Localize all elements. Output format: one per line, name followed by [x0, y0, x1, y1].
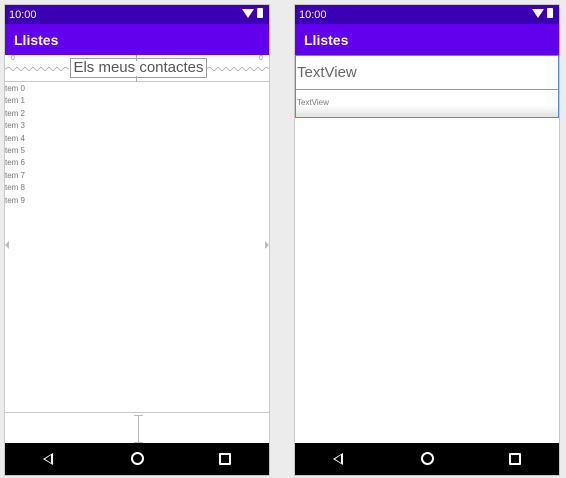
list-item[interactable]: tem 9	[5, 195, 25, 207]
app-title: Llistes	[14, 32, 59, 48]
constraint-anchor-top	[136, 55, 137, 61]
wifi-icon	[242, 8, 254, 18]
list-item[interactable]: tem 5	[5, 145, 25, 157]
list-item[interactable]: tem 0	[5, 83, 25, 95]
app-title: Llistes	[304, 32, 349, 48]
phone-preview-item: 10:00 Llistes TextView TextView	[294, 4, 560, 476]
back-icon[interactable]	[333, 453, 343, 465]
navigation-bar	[5, 443, 269, 475]
back-icon[interactable]	[43, 453, 53, 465]
card-divider	[296, 89, 558, 90]
constraint-spring-left	[5, 67, 69, 71]
textview-small[interactable]: TextView	[297, 98, 329, 107]
list-view[interactable]: tem 0 tem 1 tem 2 tem 3 tem 4 tem 5 tem …	[5, 83, 25, 207]
constraint-margin-left: 0	[11, 55, 15, 62]
list-item[interactable]: tem 1	[5, 95, 25, 107]
list-item[interactable]: tem 6	[5, 157, 25, 169]
status-bar: 10:00	[295, 5, 559, 24]
constraint-vertical-line	[138, 415, 139, 442]
status-time: 10:00	[9, 9, 37, 21]
wifi-icon	[532, 8, 544, 18]
status-time: 10:00	[299, 9, 327, 21]
status-icons	[242, 8, 263, 18]
battery-icon	[547, 8, 553, 18]
header-title[interactable]: Els meus contactes	[70, 58, 207, 78]
textview-large[interactable]: TextView	[297, 64, 357, 81]
item-layout-card[interactable]: TextView TextView	[295, 55, 559, 118]
navigation-bar	[295, 443, 559, 475]
home-icon[interactable]	[131, 452, 144, 465]
bottom-constraint-area	[5, 412, 269, 445]
constraint-arrow-right	[265, 241, 269, 249]
constraint-margin-right: 0	[259, 55, 263, 62]
list-item[interactable]: tem 3	[5, 120, 25, 132]
list-item[interactable]: tem 4	[5, 133, 25, 145]
list-item[interactable]: tem 2	[5, 108, 25, 120]
list-item[interactable]: tem 7	[5, 170, 25, 182]
constraint-spring-right	[206, 67, 269, 71]
constraint-arrow-left	[5, 241, 9, 249]
phone-preview-list: 10:00 Llistes Els meus contactes 0 0 tem…	[4, 4, 270, 476]
list-item[interactable]: tem 8	[5, 182, 25, 194]
app-bar: Llistes	[5, 24, 269, 55]
battery-icon	[257, 8, 263, 18]
status-bar: 10:00	[5, 5, 269, 24]
app-bar: Llistes	[295, 24, 559, 55]
status-icons	[532, 8, 553, 18]
home-icon[interactable]	[421, 452, 434, 465]
constraint-anchor-bottom	[136, 76, 137, 82]
recents-icon[interactable]	[509, 453, 521, 465]
header-row: Els meus contactes	[5, 55, 269, 82]
recents-icon[interactable]	[219, 453, 231, 465]
